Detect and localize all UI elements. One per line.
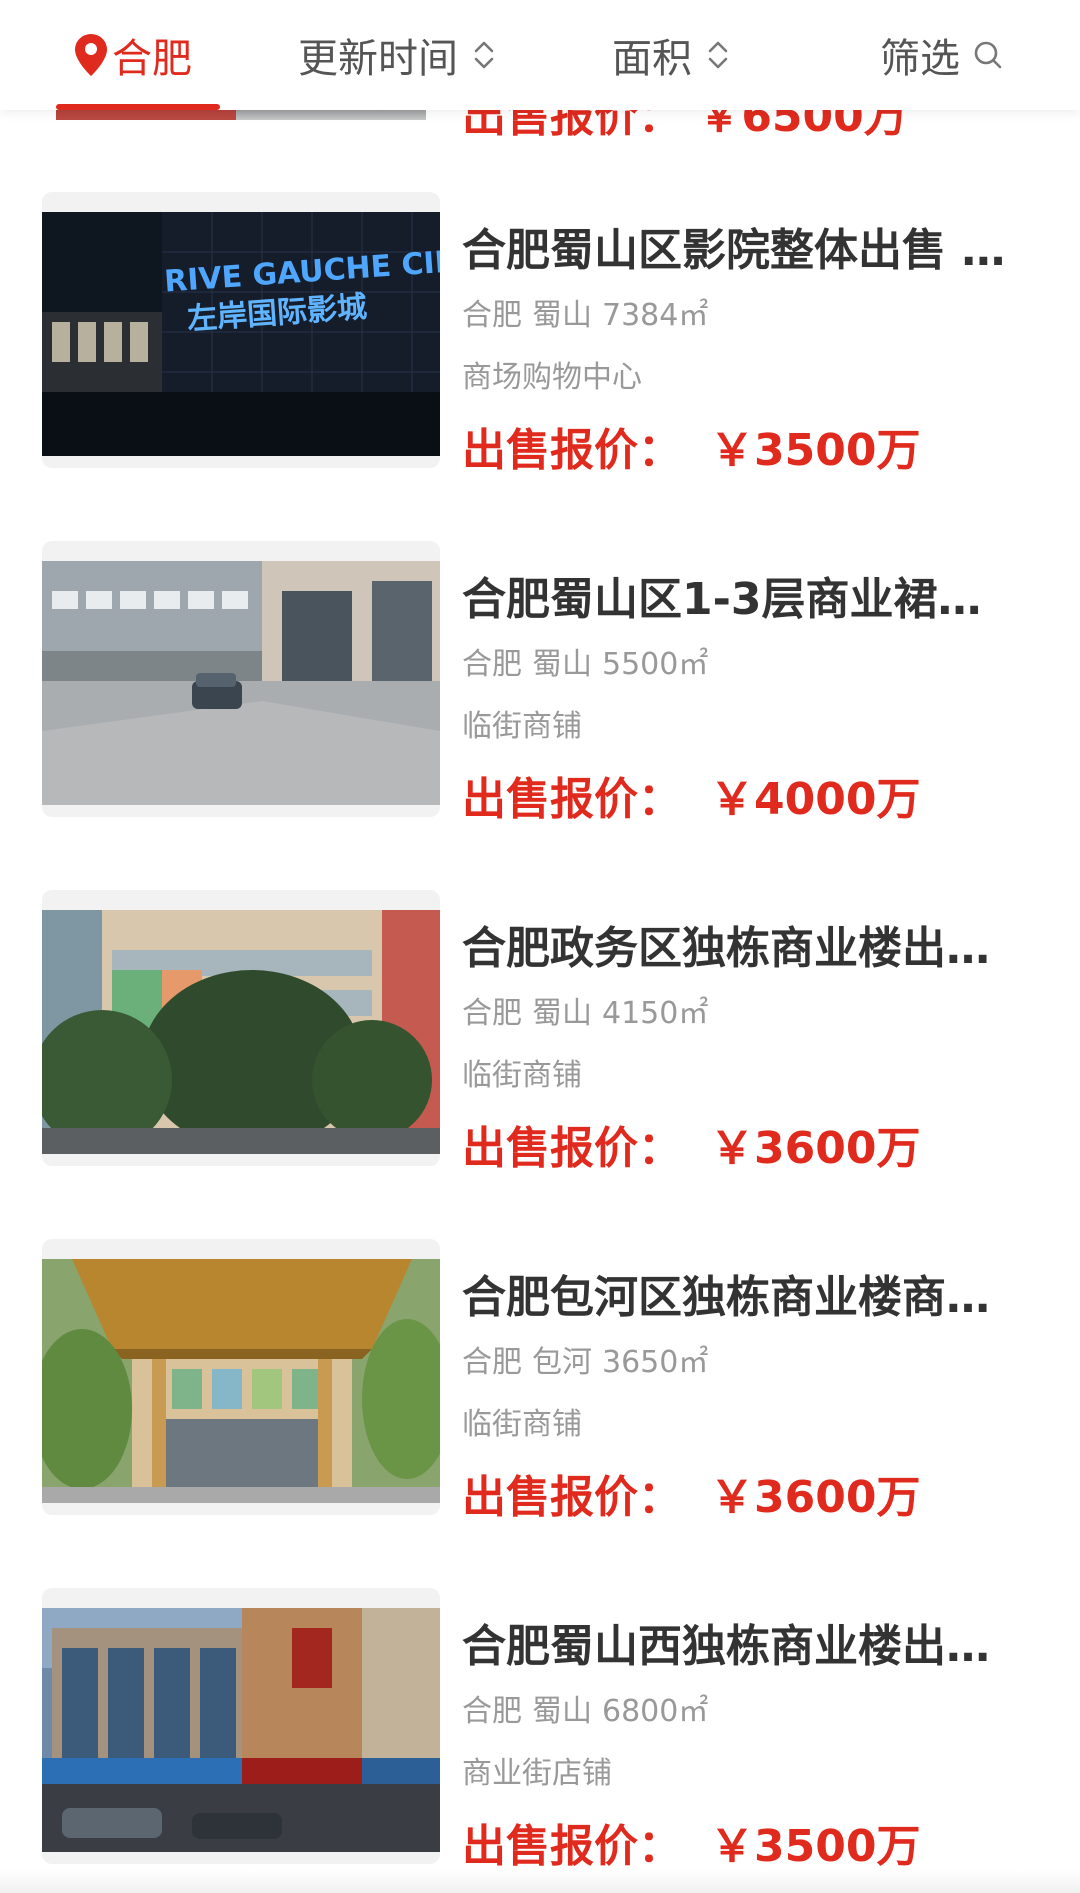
street-building-photo: [42, 561, 440, 805]
sort-by-update-time[interactable]: 更新时间: [298, 0, 498, 110]
shopping-street-photo: [42, 1608, 440, 1852]
sort-arrows-icon: [708, 41, 728, 69]
listing-item[interactable]: 合肥政务区独栋商业楼出… 合肥 蜀山 4150㎡ 临街商铺 出售报价： ￥3600万: [0, 890, 1080, 1190]
listing-district: 蜀山: [532, 1694, 592, 1729]
canopy-building-photo: [42, 1259, 440, 1503]
listing-city: 合肥: [462, 996, 522, 1031]
listing-meta: 合肥 蜀山 7384㎡: [462, 290, 718, 334]
listing-district: 蜀山: [532, 647, 592, 682]
listing-thumbnail[interactable]: [42, 541, 440, 817]
listing-city: 合肥: [462, 1345, 522, 1380]
scroll-edge: [0, 1870, 1080, 1893]
filter-bar: 合肥 更新时间 面积 筛选: [0, 0, 1080, 110]
listing-meta: 合肥 蜀山 5500㎡: [462, 639, 718, 683]
listing-area: 3650㎡: [602, 1345, 709, 1380]
listing-city: 合肥: [462, 647, 522, 682]
price-value: ￥3500万: [710, 1821, 921, 1872]
listing-district: 蜀山: [532, 298, 592, 333]
price-value: ￥3600万: [710, 1472, 921, 1523]
listing-category: 临街商铺: [462, 1407, 582, 1442]
price-value: ￥3500万: [710, 425, 921, 476]
listing-title: 合肥蜀山区1-3层商业裙楼…: [462, 574, 1022, 625]
price-label: 出售报价：: [462, 1821, 682, 1872]
listing-price: 出售报价： ￥3600万: [462, 1112, 920, 1176]
listing-title: 合肥蜀山西独栋商业楼出…: [462, 1621, 990, 1672]
sort-by-area[interactable]: 面积: [612, 0, 732, 110]
listing-area: 7384㎡: [602, 298, 709, 333]
listing-category: 临街商铺: [462, 709, 582, 744]
city-selector[interactable]: 合肥: [72, 0, 192, 110]
listing-price: 出售报价： ￥3500万: [462, 1810, 920, 1874]
search-icon: [974, 41, 1002, 69]
listing-category: 商场购物中心: [462, 360, 642, 395]
listing-category: 商业街店铺: [462, 1756, 612, 1791]
filter-label: 筛选: [880, 36, 960, 82]
price-label: 出售报价：: [462, 774, 682, 825]
listing-area: 4150㎡: [602, 996, 709, 1031]
price-label: 出售报价：: [462, 425, 682, 476]
filter-button[interactable]: 筛选: [880, 0, 1004, 110]
listing-category: 临街商铺: [462, 1058, 582, 1093]
listing-price: 出售报价： ￥4000万: [462, 763, 920, 827]
listing-price: 出售报价： ￥3600万: [462, 1461, 920, 1525]
listing-thumbnail[interactable]: RIVE GAUCHE CINEMAS 左岸国际影城: [42, 192, 440, 468]
city-label: 合肥: [112, 36, 192, 82]
listing-area: 6800㎡: [602, 1694, 709, 1729]
price-label: 出售报价：: [462, 1472, 682, 1523]
sort-arrows-icon: [474, 41, 494, 69]
listing-item[interactable]: 合肥蜀山区1-3层商业裙楼… 合肥 蜀山 5500㎡ 临街商铺 出售报价： ￥4000…: [0, 541, 1080, 841]
listing-thumbnail[interactable]: [42, 890, 440, 1166]
price-value: ￥4000万: [710, 774, 921, 825]
listing-meta: 合肥 蜀山 4150㎡: [462, 988, 718, 1032]
listing-city: 合肥: [462, 298, 522, 333]
listing-item[interactable]: RIVE GAUCHE CINEMAS 左岸国际影城 合肥蜀山区影院整体出售 ……: [0, 192, 1080, 492]
listing-item[interactable]: 合肥包河区独栋商业楼商… 合肥 包河 3650㎡ 临街商铺 出售报价： ￥3600万: [0, 1239, 1080, 1539]
cinema-photo: RIVE GAUCHE CINEMAS 左岸国际影城: [42, 212, 440, 456]
location-pin-icon: [75, 34, 107, 76]
active-tab-indicator: [56, 104, 220, 110]
listing-item[interactable]: 合肥蜀山西独栋商业楼出… 合肥 蜀山 6800㎡ 商业街店铺 出售报价： ￥3500万: [0, 1588, 1080, 1888]
listing-title: 合肥政务区独栋商业楼出…: [462, 923, 990, 974]
listing-thumbnail[interactable]: [42, 1588, 440, 1864]
price-label: 出售报价：: [462, 1123, 682, 1174]
sort-update-label: 更新时间: [298, 36, 458, 82]
price-value: ￥3600万: [710, 1123, 921, 1174]
listing-city: 合肥: [462, 1694, 522, 1729]
listing-page: 出售报价： ￥6500万 合肥 更新时间 面积 筛选 RIVE GAUCHE C…: [0, 0, 1080, 1893]
listing-district: 包河: [532, 1345, 592, 1380]
listing-meta: 合肥 包河 3650㎡: [462, 1337, 718, 1381]
listing-area: 5500㎡: [602, 647, 709, 682]
listing-title: 合肥蜀山区影院整体出售 …: [462, 225, 1006, 276]
listing-meta: 合肥 蜀山 6800㎡: [462, 1686, 718, 1730]
listing-price: 出售报价： ￥3500万: [462, 414, 920, 478]
listing-district: 蜀山: [532, 996, 592, 1031]
sort-area-label: 面积: [612, 36, 692, 82]
commercial-building-photo: [42, 910, 440, 1154]
listing-thumbnail[interactable]: [42, 1239, 440, 1515]
listing-title: 合肥包河区独栋商业楼商…: [462, 1272, 990, 1323]
